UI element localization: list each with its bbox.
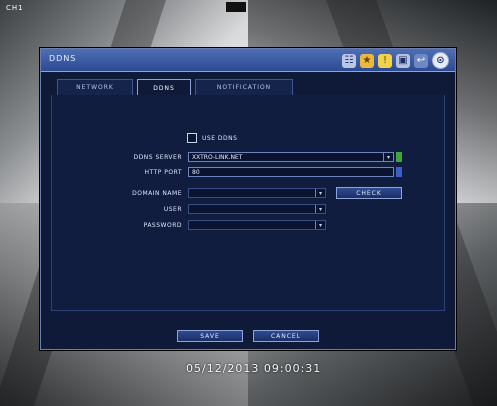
favorites-icon[interactable]: ★ (360, 53, 374, 68)
channel-label: CH1 (6, 4, 24, 12)
camera-timestamp: 05/12/2013 09:00:31 (186, 362, 322, 375)
ddns-server-value: XXTRO-LINK.NET (192, 154, 243, 161)
close-icon[interactable]: ⊙ (432, 52, 449, 69)
password-input[interactable]: ▾ (188, 220, 326, 230)
keyboard-icon: ▾ (315, 205, 325, 213)
tab-notification[interactable]: NOTIFICATION (195, 79, 293, 95)
keyboard-icon: ▾ (315, 189, 325, 197)
network-icon[interactable]: ☷ (342, 53, 356, 68)
port-stepper[interactable] (396, 167, 402, 177)
server-status-indicator (396, 152, 402, 162)
tab-bar: NETWORK DDNS NOTIFICATION (51, 79, 445, 96)
user-input[interactable]: ▾ (188, 204, 326, 214)
chevron-down-icon: ▾ (383, 153, 393, 161)
tab-ddns[interactable]: DDNS (137, 79, 191, 96)
http-port-input[interactable]: 80 (188, 167, 394, 177)
ddns-server-label: DDNS SERVER (133, 154, 182, 161)
save-button[interactable]: SAVE (177, 330, 243, 342)
warning-icon[interactable]: ! (378, 53, 392, 68)
tab-network[interactable]: NETWORK (57, 79, 133, 95)
password-label: PASSWORD (143, 222, 182, 229)
ddns-form-panel: USE DDNS DDNS SERVER XXTRO-LINK.NET ▾ HT… (51, 95, 445, 311)
ddns-server-select[interactable]: XXTRO-LINK.NET ▾ (188, 152, 394, 162)
ddns-settings-dialog: DDNS ☷ ★ ! ▣ ↩ ⊙ NETWORK DDNS NOTIFICATI… (40, 48, 456, 350)
use-ddns-label: USE DDNS (202, 134, 238, 142)
domain-name-label: DOMAIN NAME (132, 190, 182, 197)
dialog-titlebar: DDNS ☷ ★ ! ▣ ↩ ⊙ (41, 49, 455, 72)
keyboard-icon: ▾ (315, 221, 325, 229)
http-port-label: HTTP PORT (144, 169, 182, 176)
cancel-button[interactable]: CANCEL (253, 330, 319, 342)
titlebar-toolbar: ☷ ★ ! ▣ ↩ ⊙ (342, 52, 449, 69)
dialog-title: DDNS (49, 54, 77, 63)
recording-indicator (226, 2, 246, 12)
use-ddns-checkbox[interactable] (187, 133, 197, 143)
domain-name-input[interactable]: ▾ (188, 188, 326, 198)
http-port-value: 80 (192, 169, 200, 176)
check-button[interactable]: CHECK (336, 187, 402, 199)
return-icon[interactable]: ↩ (414, 53, 428, 68)
user-label: USER (163, 206, 182, 213)
monitor-icon[interactable]: ▣ (396, 53, 410, 68)
use-ddns-row: USE DDNS (187, 133, 237, 143)
